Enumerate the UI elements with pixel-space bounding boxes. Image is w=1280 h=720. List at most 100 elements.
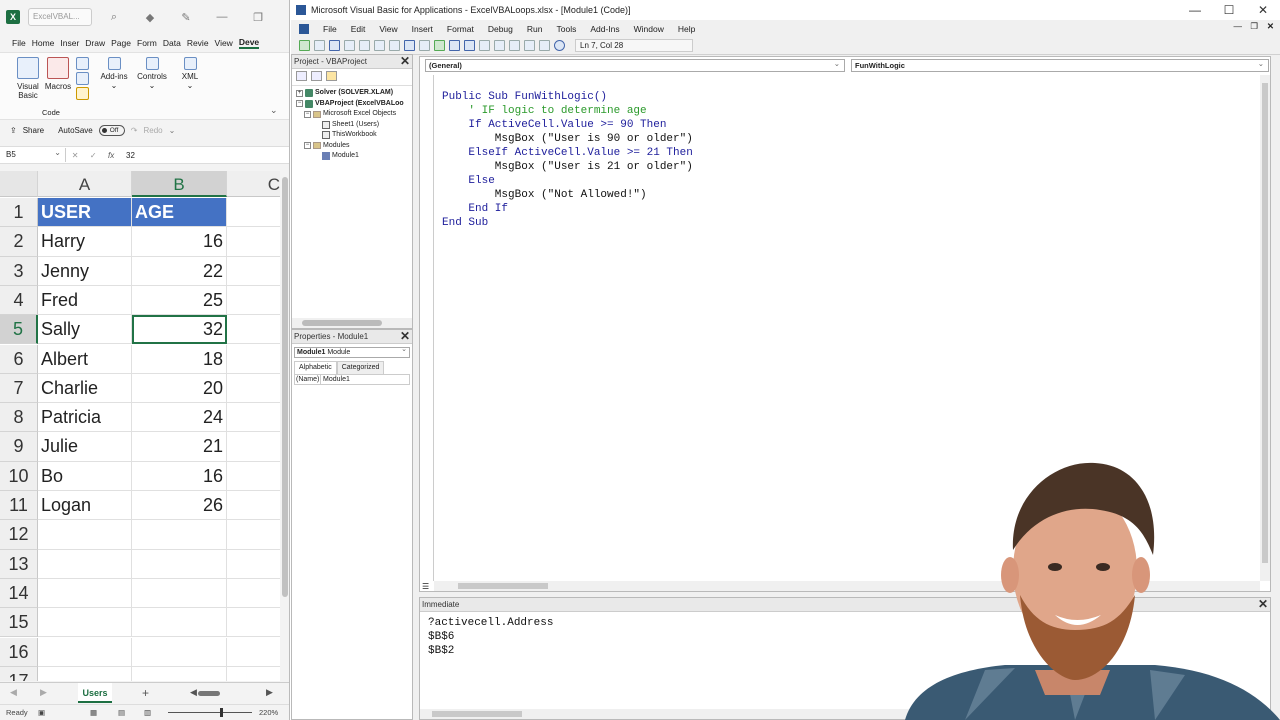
redo-icon[interactable] bbox=[419, 40, 430, 51]
column-header-c[interactable]: C bbox=[227, 171, 280, 197]
procedure-view-icon[interactable]: ☰ bbox=[422, 582, 429, 591]
cancel-icon[interactable]: ✕ bbox=[72, 151, 79, 160]
menu-edit[interactable]: Edit bbox=[351, 24, 366, 34]
menu-file[interactable]: File bbox=[323, 24, 337, 34]
excel-file-title[interactable]: ExcelVBAL... bbox=[28, 8, 92, 26]
sheet-tab-users[interactable]: Users bbox=[78, 683, 112, 703]
menu-window[interactable]: Window bbox=[634, 24, 664, 34]
project-explorer-scrollbar[interactable] bbox=[292, 318, 412, 328]
properties-object-select[interactable]: Module1 Module bbox=[294, 345, 410, 358]
pen-icon[interactable]: ✎ bbox=[172, 11, 200, 24]
cell-user[interactable]: Logan bbox=[38, 491, 132, 521]
cell-age[interactable]: 20 bbox=[132, 373, 227, 404]
cell-empty[interactable] bbox=[38, 608, 132, 638]
cell-empty[interactable] bbox=[132, 578, 227, 609]
cell-empty[interactable] bbox=[227, 374, 280, 404]
cell-empty[interactable] bbox=[227, 227, 280, 257]
relative-refs-icon[interactable] bbox=[75, 72, 89, 85]
cell-empty[interactable] bbox=[227, 345, 280, 374]
tab-review[interactable]: Revie bbox=[187, 38, 209, 48]
copy-icon[interactable] bbox=[359, 40, 370, 51]
next-sheet-icon[interactable]: ▶ bbox=[40, 687, 47, 698]
cell-age[interactable]: 32 bbox=[132, 315, 227, 345]
worksheet-grid[interactable]: A B C 1 USER AGE 2 Harry 16 3 Jenny 22 4 Fred 25 5 Sa… bbox=[0, 171, 280, 681]
cell-age[interactable]: 22 bbox=[132, 256, 227, 286]
code-margin[interactable] bbox=[420, 75, 434, 581]
collapse-icon[interactable]: − bbox=[304, 142, 311, 150]
name-box[interactable]: B5 bbox=[0, 146, 66, 162]
cell-empty[interactable] bbox=[227, 667, 280, 681]
cell-age[interactable]: 16 bbox=[132, 227, 227, 257]
controls-button[interactable]: Controls ⌄ bbox=[134, 57, 170, 90]
cell-empty[interactable] bbox=[132, 637, 227, 667]
property-value[interactable]: Module1 bbox=[321, 375, 350, 384]
cell-empty[interactable] bbox=[227, 550, 280, 579]
reset-icon[interactable] bbox=[464, 40, 475, 51]
cell-empty[interactable] bbox=[227, 432, 280, 462]
restore-icon[interactable]: ❐ bbox=[244, 11, 272, 24]
object-browser-icon[interactable] bbox=[524, 40, 535, 51]
row-header[interactable]: 8 bbox=[0, 403, 38, 433]
row-header[interactable]: 16 bbox=[0, 637, 38, 667]
cell-empty[interactable] bbox=[132, 608, 227, 638]
property-row-name[interactable]: (Name) Module1 bbox=[294, 374, 410, 385]
row-header[interactable]: 14 bbox=[0, 578, 38, 609]
cell-empty[interactable] bbox=[38, 520, 132, 550]
zoom-slider[interactable] bbox=[168, 712, 252, 713]
tab-developer[interactable]: Deve bbox=[238, 37, 260, 49]
cell-empty[interactable] bbox=[227, 491, 280, 521]
project-explorer-icon[interactable] bbox=[494, 40, 505, 51]
cell-user[interactable]: Sally bbox=[38, 315, 132, 345]
menu-tools[interactable]: Tools bbox=[556, 24, 576, 34]
menu-format[interactable]: Format bbox=[447, 24, 474, 34]
row-header[interactable]: 2 bbox=[0, 227, 38, 257]
cell-user[interactable]: Julie bbox=[38, 432, 132, 462]
cell-empty[interactable] bbox=[38, 549, 132, 579]
share-button[interactable]: Share bbox=[23, 126, 44, 135]
tab-categorized[interactable]: Categorized bbox=[336, 361, 385, 374]
toolbox-icon[interactable] bbox=[539, 40, 550, 51]
run-icon[interactable] bbox=[434, 40, 445, 51]
tab-alphabetic[interactable]: Alphabetic bbox=[294, 361, 337, 374]
minimize-icon[interactable]: — bbox=[1178, 0, 1212, 20]
row-header[interactable]: 1 bbox=[0, 198, 38, 228]
properties-window-icon[interactable] bbox=[509, 40, 520, 51]
minimize-icon[interactable]: — bbox=[208, 11, 236, 23]
collapse-icon[interactable]: − bbox=[296, 100, 303, 108]
cell-age[interactable]: 24 bbox=[132, 403, 227, 433]
cell-empty[interactable] bbox=[132, 666, 227, 681]
tab-home[interactable]: Home bbox=[32, 38, 55, 48]
view-object-icon[interactable] bbox=[311, 71, 322, 81]
formula-input[interactable]: 32 bbox=[120, 151, 135, 160]
row-header[interactable]: 13 bbox=[0, 549, 38, 579]
page-break-view-icon[interactable]: ▥ bbox=[144, 705, 151, 720]
tree-excel-objects[interactable]: − Microsoft Excel Objects bbox=[296, 109, 412, 120]
cell-empty[interactable] bbox=[38, 578, 132, 609]
tab-data[interactable]: Data bbox=[163, 38, 181, 48]
expand-icon[interactable]: + bbox=[296, 89, 303, 97]
object-combo[interactable]: (General) bbox=[425, 58, 845, 72]
collapse-icon[interactable]: − bbox=[304, 110, 311, 118]
accessibility-icon[interactable]: ▣ bbox=[38, 705, 45, 720]
tree-module1[interactable]: Module1 bbox=[296, 151, 412, 162]
menu-help[interactable]: Help bbox=[678, 24, 695, 34]
row-header[interactable]: 5 bbox=[0, 315, 38, 345]
column-header-b[interactable]: B bbox=[132, 171, 227, 197]
enter-icon[interactable]: ✓ bbox=[90, 151, 97, 160]
add-ins-button[interactable]: Add-ins ⌄ bbox=[100, 57, 128, 90]
insert-function-icon[interactable]: fx bbox=[108, 151, 114, 160]
ribbon-collapse-icon[interactable]: ⌄ bbox=[270, 105, 278, 116]
immediate-input[interactable]: ?activecell.Address $B$6 $B$2 bbox=[428, 616, 553, 658]
cell-age[interactable]: 18 bbox=[132, 344, 227, 374]
prev-sheet-icon[interactable]: ◀ bbox=[10, 687, 17, 698]
tab-insert[interactable]: Inser bbox=[60, 38, 79, 48]
procedure-combo[interactable]: FunWithLogic bbox=[851, 58, 1269, 72]
header-cell-user[interactable]: USER bbox=[38, 198, 132, 228]
cell-user[interactable]: Fred bbox=[38, 285, 132, 316]
help-icon[interactable] bbox=[554, 40, 565, 51]
row-header[interactable]: 4 bbox=[0, 285, 38, 316]
add-sheet-icon[interactable]: + bbox=[142, 686, 149, 700]
cell-empty[interactable] bbox=[227, 579, 280, 609]
cell-age[interactable]: 16 bbox=[132, 461, 227, 491]
cell-empty[interactable] bbox=[132, 520, 227, 550]
